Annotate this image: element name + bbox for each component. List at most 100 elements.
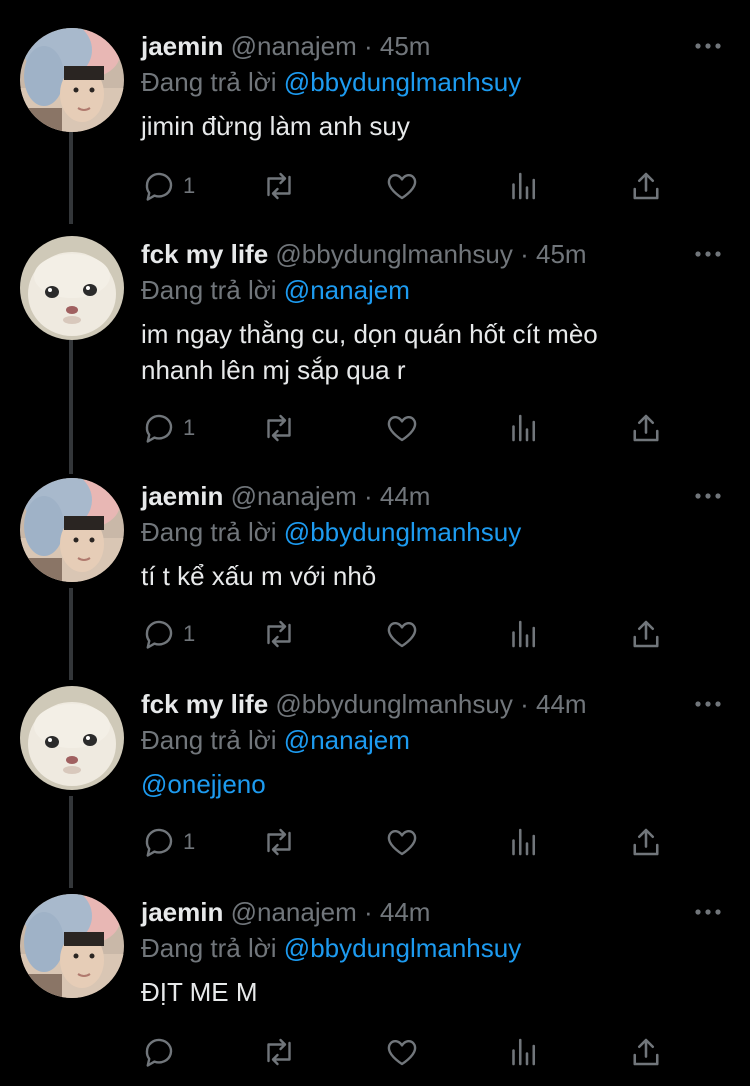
separator-dot: ·: [363, 481, 373, 511]
share-icon: [633, 620, 659, 648]
reply-count: 1: [183, 415, 196, 440]
more-button[interactable]: [694, 696, 722, 712]
retweet-button[interactable]: [261, 1034, 297, 1070]
heart-icon: [387, 829, 417, 856]
replying-to: Đang trả lời @nanajem: [141, 272, 410, 308]
reply-icon: [145, 620, 173, 649]
share-button[interactable]: [628, 616, 664, 652]
user-handle[interactable]: @nanajem: [231, 897, 357, 927]
views-button[interactable]: [506, 616, 542, 652]
action-bar: 1: [141, 616, 681, 652]
retweet-button[interactable]: [261, 410, 297, 446]
reply-button[interactable]: 1: [141, 616, 195, 652]
tweet[interactable]: fck my life @bbydunglmanhsuy · 45m Đang …: [0, 236, 750, 466]
views-icon: [512, 172, 536, 200]
tweet-text-line: nhanh lên mj sắp qua r: [141, 355, 406, 385]
like-button[interactable]: [384, 1034, 420, 1070]
heart-icon: [387, 173, 417, 200]
views-button[interactable]: [506, 410, 542, 446]
tweet[interactable]: jaemin @nanajem · 44m Đang trả lời @bbyd…: [0, 478, 750, 668]
views-icon: [512, 1038, 536, 1066]
replying-to-label: Đang trả lời: [141, 67, 277, 97]
action-bar: 1: [141, 168, 681, 204]
more-button[interactable]: [694, 488, 722, 504]
tweet-header: jaemin @nanajem · 44m: [141, 478, 430, 514]
retweet-icon: [267, 1038, 291, 1066]
retweet-button[interactable]: [261, 168, 297, 204]
share-button[interactable]: [628, 1034, 664, 1070]
reply-icon: [145, 172, 173, 201]
views-button[interactable]: [506, 168, 542, 204]
display-name[interactable]: jaemin: [141, 31, 223, 61]
more-button[interactable]: [694, 904, 722, 920]
timestamp[interactable]: 44m: [380, 481, 431, 511]
reply-icon: [145, 828, 173, 857]
display-name[interactable]: fck my life: [141, 239, 268, 269]
heart-icon: [387, 415, 417, 442]
tweet[interactable]: fck my life @bbydunglmanhsuy · 44m Đang …: [0, 686, 750, 876]
views-button[interactable]: [506, 1034, 542, 1070]
avatar[interactable]: [20, 686, 124, 790]
replying-to-mention[interactable]: @bbydunglmanhsuy: [284, 67, 521, 97]
reply-button[interactable]: [141, 1034, 183, 1070]
tweet[interactable]: jaemin @nanajem · 45m Đang trả lời @bbyd…: [0, 28, 750, 218]
more-button[interactable]: [694, 246, 722, 262]
avatar[interactable]: [20, 28, 124, 132]
timestamp[interactable]: 44m: [536, 689, 587, 719]
share-icon: [633, 414, 659, 442]
timestamp[interactable]: 45m: [380, 31, 431, 61]
like-button[interactable]: [384, 168, 420, 204]
action-bar: 1: [141, 824, 681, 860]
user-handle[interactable]: @nanajem: [231, 31, 357, 61]
replying-to: Đang trả lời @nanajem: [141, 722, 410, 758]
like-button[interactable]: [384, 616, 420, 652]
reply-button[interactable]: 1: [141, 410, 195, 446]
timestamp[interactable]: 44m: [380, 897, 431, 927]
jaemin-avatar-image: [20, 28, 124, 132]
share-button[interactable]: [628, 824, 664, 860]
display-name[interactable]: jaemin: [141, 897, 223, 927]
reply-button[interactable]: 1: [141, 168, 195, 204]
tweet-text: im ngay thằng cu, dọn quán hốt cít mèo n…: [141, 316, 701, 388]
retweet-button[interactable]: [261, 616, 297, 652]
retweet-icon: [267, 620, 291, 648]
user-handle[interactable]: @bbydunglmanhsuy: [275, 689, 512, 719]
action-bar: 1: [141, 410, 681, 446]
replying-to-mention[interactable]: @bbydunglmanhsuy: [284, 933, 521, 963]
replying-to-mention[interactable]: @nanajem: [284, 275, 410, 305]
separator-dot: ·: [520, 239, 529, 269]
tweet-header: jaemin @nanajem · 45m: [141, 28, 430, 64]
retweet-button[interactable]: [261, 824, 297, 860]
timestamp[interactable]: 45m: [536, 239, 587, 269]
share-button[interactable]: [628, 168, 664, 204]
replying-to-label: Đang trả lời: [141, 275, 277, 305]
tweet-text: jimin đừng làm anh suy: [141, 111, 410, 141]
share-icon: [633, 828, 659, 856]
tweet[interactable]: jaemin @nanajem · 44m Đang trả lời @bbyd…: [0, 894, 750, 1074]
display-name[interactable]: fck my life: [141, 689, 268, 719]
more-icon: [695, 493, 721, 499]
avatar[interactable]: [20, 894, 124, 998]
more-button[interactable]: [694, 38, 722, 54]
separator-dot: ·: [363, 897, 373, 927]
display-name[interactable]: jaemin: [141, 481, 223, 511]
reply-icon: [145, 1038, 173, 1067]
user-handle[interactable]: @nanajem: [231, 481, 357, 511]
like-button[interactable]: [384, 824, 420, 860]
avatar[interactable]: [20, 478, 124, 582]
like-button[interactable]: [384, 410, 420, 446]
tweet-header: fck my life @bbydunglmanhsuy · 45m: [141, 236, 587, 272]
replying-to-label: Đang trả lời: [141, 517, 277, 547]
retweet-icon: [267, 414, 291, 442]
replying-to-mention[interactable]: @nanajem: [284, 725, 410, 755]
tweet-mention-link[interactable]: @onejjeno: [141, 766, 701, 802]
replying-to-mention[interactable]: @bbydunglmanhsuy: [284, 517, 521, 547]
jaemin-avatar-image: [20, 478, 124, 582]
views-button[interactable]: [506, 824, 542, 860]
more-icon: [695, 43, 721, 49]
heart-icon: [387, 1039, 417, 1066]
user-handle[interactable]: @bbydunglmanhsuy: [275, 239, 512, 269]
share-button[interactable]: [628, 410, 664, 446]
avatar[interactable]: [20, 236, 124, 340]
reply-button[interactable]: 1: [141, 824, 195, 860]
